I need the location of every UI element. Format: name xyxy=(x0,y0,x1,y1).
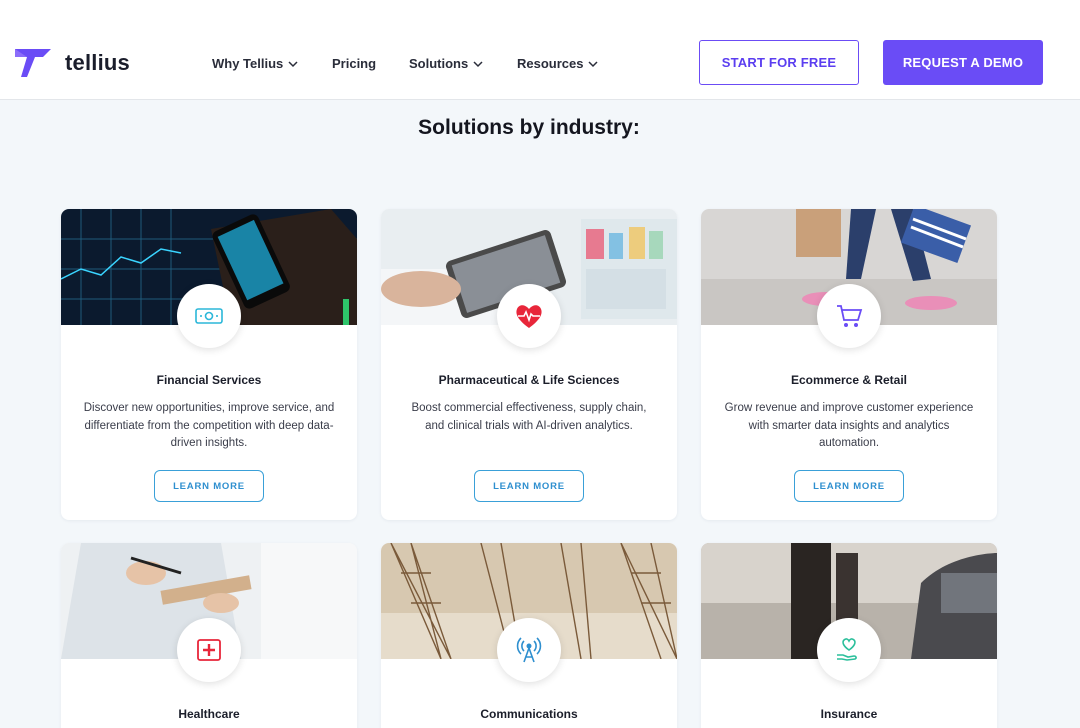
insurance-badge xyxy=(817,618,881,682)
card-title: Financial Services xyxy=(156,373,262,387)
learn-more-button[interactable]: LEARN MORE xyxy=(154,470,264,502)
nav-solutions-label: Solutions xyxy=(409,56,469,71)
healthcare-badge xyxy=(177,618,241,682)
nav-why-tellius-label: Why Tellius xyxy=(212,56,284,71)
medical-cross-icon xyxy=(197,639,221,661)
antenna-icon xyxy=(516,637,542,663)
logo[interactable]: tellius xyxy=(13,47,130,79)
chevron-down-icon xyxy=(473,60,483,67)
card-description: Discover new opportunities, improve serv… xyxy=(83,402,335,449)
top-strip xyxy=(0,0,1080,27)
card-description: Boost commercial effectiveness, supply c… xyxy=(411,402,647,432)
money-icon xyxy=(195,308,223,324)
nav-resources[interactable]: Resources xyxy=(517,56,599,71)
tellius-logo-icon xyxy=(15,49,51,77)
nav-resources-label: Resources xyxy=(517,56,584,71)
card-pharmaceutical: Pharmaceutical & Life Sciences Boost com… xyxy=(381,209,677,520)
nav-why-tellius[interactable]: Why Tellius xyxy=(212,56,298,71)
card-title: Communications xyxy=(480,707,578,721)
pharmaceutical-badge xyxy=(497,284,561,348)
request-demo-button[interactable]: REQUEST A DEMO xyxy=(883,40,1043,85)
ecommerce-badge xyxy=(817,284,881,348)
financial-badge xyxy=(177,284,241,348)
start-for-free-button[interactable]: START FOR FREE xyxy=(699,40,859,85)
heart-hand-icon xyxy=(837,638,857,661)
communications-badge xyxy=(497,618,561,682)
logo-text: tellius xyxy=(65,50,130,75)
card-title: Pharmaceutical & Life Sciences xyxy=(438,373,620,387)
learn-more-button[interactable]: LEARN MORE xyxy=(474,470,584,502)
card-communications: Communications xyxy=(381,543,677,728)
nav-pricing-label: Pricing xyxy=(332,56,377,71)
chevron-down-icon xyxy=(588,60,599,67)
nav-pricing[interactable]: Pricing xyxy=(332,56,376,71)
heartbeat-icon xyxy=(516,305,542,328)
card-title: Insurance xyxy=(820,707,878,721)
navbar: tellius Why Tellius Pricing Solutions Re… xyxy=(0,27,1080,100)
card-title: Ecommerce & Retail xyxy=(790,373,908,387)
section-title: Solutions by industry: xyxy=(418,116,640,139)
nav-solutions[interactable]: Solutions xyxy=(409,56,483,71)
card-description: Grow revenue and improve customer experi… xyxy=(724,402,974,449)
card-title: Healthcare xyxy=(178,707,240,721)
card-ecommerce-retail: Ecommerce & Retail Grow revenue and impr… xyxy=(701,209,997,520)
card-healthcare: Healthcare xyxy=(61,543,357,728)
learn-more-button[interactable]: LEARN MORE xyxy=(794,470,904,502)
card-insurance: Insurance xyxy=(701,543,997,728)
cart-icon xyxy=(837,305,863,327)
card-financial-services: Financial Services Discover new opportun… xyxy=(61,209,357,520)
chevron-down-icon xyxy=(288,60,298,67)
